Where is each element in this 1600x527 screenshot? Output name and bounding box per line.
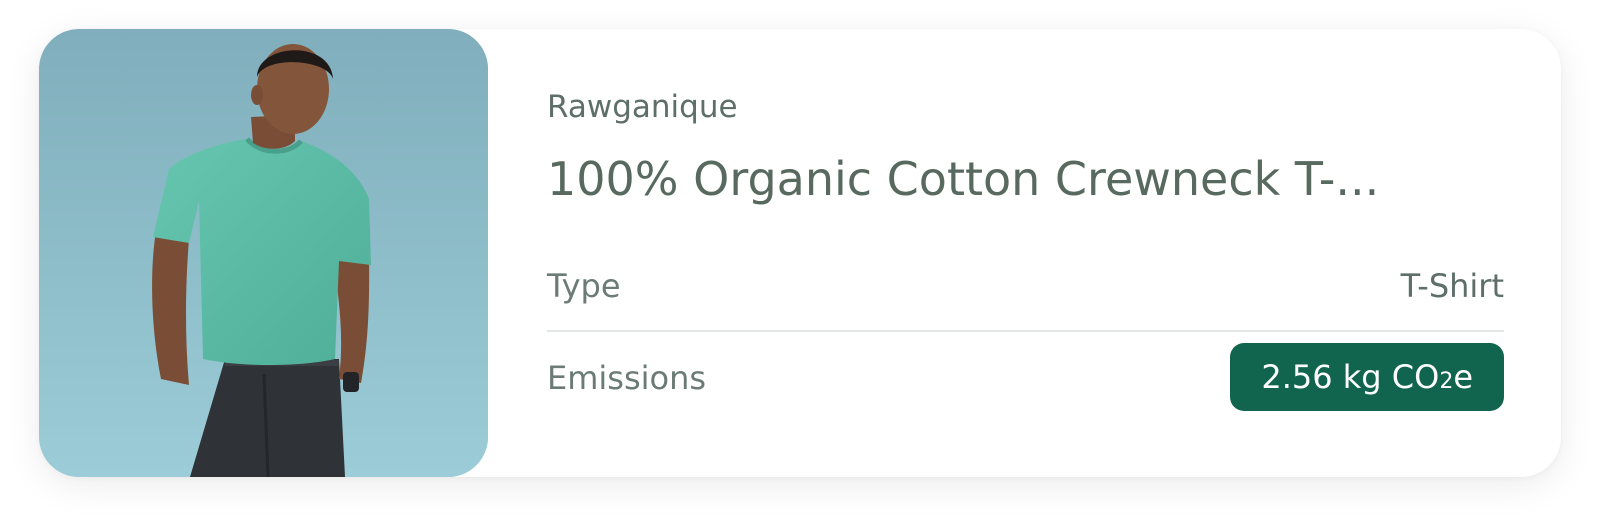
emissions-amount: 2.56 kg CO (1261, 358, 1440, 396)
emissions-label: Emissions (547, 359, 707, 397)
product-image (39, 29, 488, 477)
product-details: Rawganique 100% Organic Cotton Crewneck … (547, 29, 1504, 477)
type-label: Type (547, 267, 621, 305)
type-value: T-Shirt (1400, 267, 1504, 305)
brand-name: Rawganique (547, 89, 738, 125)
product-title[interactable]: 100% Organic Cotton Crewneck T-... (547, 149, 1504, 209)
product-card[interactable]: Rawganique 100% Organic Cotton Crewneck … (39, 29, 1561, 477)
emissions-badge: 2.56 kg CO2e (1230, 343, 1504, 411)
emissions-row: Emissions 2.56 kg CO2e (547, 343, 1504, 413)
emissions-suffix: e (1453, 358, 1473, 396)
type-row: Type T-Shirt (547, 266, 1504, 332)
emissions-subscript: 2 (1439, 369, 1454, 394)
